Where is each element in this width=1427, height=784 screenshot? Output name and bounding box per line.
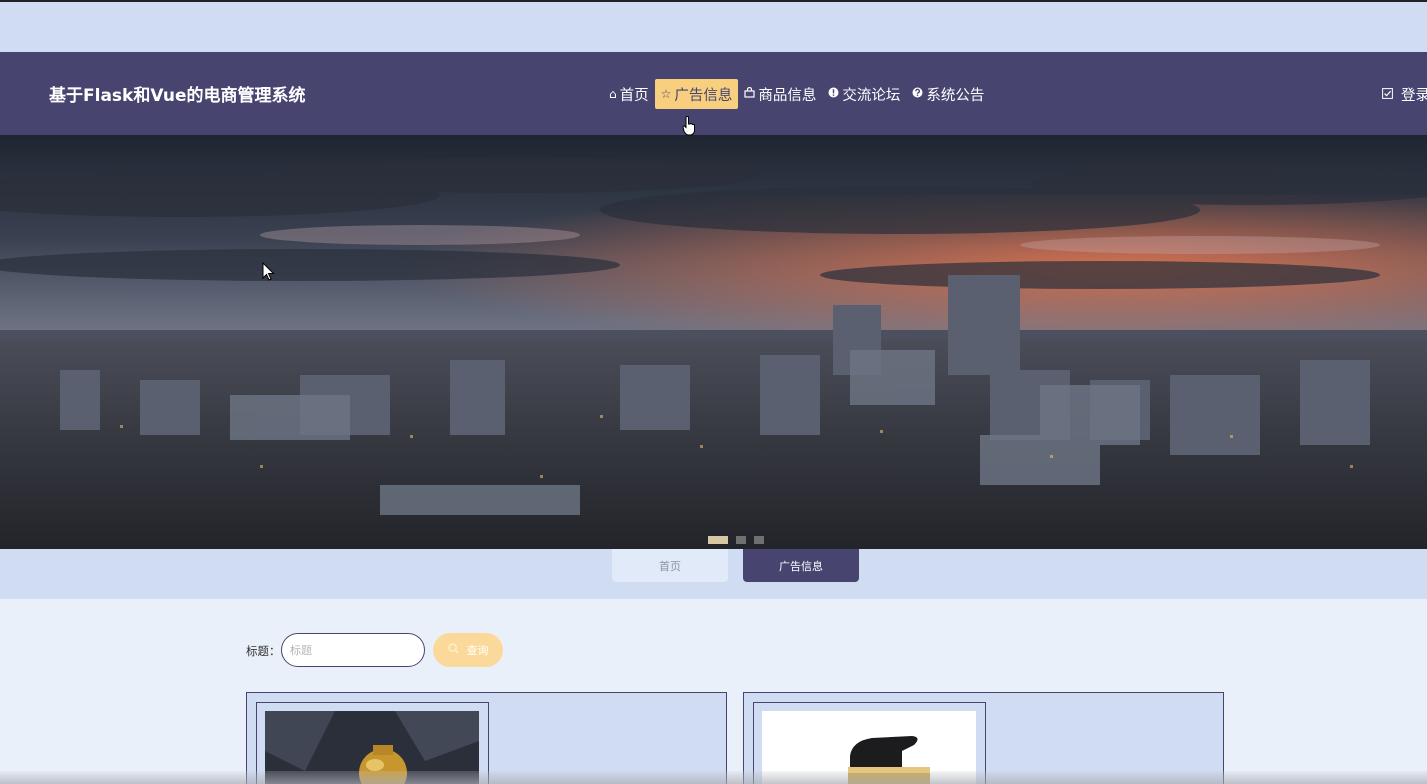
menu-item-products[interactable]: 商品信息 — [738, 79, 822, 109]
hand-cursor-icon — [682, 116, 695, 136]
search-icon — [447, 643, 459, 657]
info-icon — [828, 87, 839, 101]
breadcrumb-ads-tab[interactable]: 广告信息 — [743, 549, 859, 582]
breadcrumb-home-tab[interactable]: 首页 — [612, 549, 728, 582]
home-icon: ⌂ — [609, 87, 617, 101]
search-button[interactable]: 查询 — [433, 633, 503, 667]
carousel-dot[interactable] — [754, 536, 764, 544]
login-label: 登录 — [1401, 88, 1427, 104]
navbar: 基于Flask和Vue的电商管理系统 ⌂ 首页 ☆ 广告信息 商品信息 交流论坛 — [0, 52, 1427, 135]
question-icon — [912, 87, 923, 101]
carousel-dot[interactable] — [736, 536, 746, 544]
login-link[interactable]: 登录 — [1382, 84, 1427, 105]
top-strip — [0, 0, 1427, 52]
menu-item-label: 商品信息 — [758, 87, 817, 104]
menu-item-label: 首页 — [619, 87, 649, 104]
search-label: 标题： — [246, 644, 281, 658]
banner-carousel[interactable] — [0, 135, 1427, 549]
site-title: 基于Flask和Vue的电商管理系统 — [49, 86, 306, 106]
content-area: 标题： 查询 — [0, 599, 1427, 784]
carousel-dot[interactable] — [708, 536, 728, 544]
menu-item-home[interactable]: ⌂ 首页 — [603, 79, 655, 109]
search-button-label: 查询 — [466, 644, 489, 657]
menu-item-forum[interactable]: 交流论坛 — [822, 79, 906, 109]
menu-item-ads[interactable]: ☆ 广告信息 — [654, 79, 739, 109]
menu-item-label: 广告信息 — [674, 87, 733, 104]
checkbox-icon — [1382, 87, 1393, 102]
main-menu: ⌂ 首页 ☆ 广告信息 商品信息 交流论坛 系统公告 — [603, 79, 990, 109]
menu-item-label: 系统公告 — [926, 87, 985, 104]
banner-image — [0, 135, 1427, 549]
scroll-fade — [0, 771, 1427, 784]
menu-item-announcements[interactable]: 系统公告 — [906, 79, 990, 109]
carousel-indicators — [708, 536, 764, 544]
breadcrumb: 首页 广告信息 — [0, 549, 1427, 599]
menu-item-label: 交流论坛 — [842, 87, 901, 104]
arrow-cursor-icon — [262, 262, 275, 281]
bag-icon — [744, 86, 755, 101]
star-icon: ☆ — [660, 87, 672, 101]
title-search-input[interactable] — [281, 633, 425, 667]
